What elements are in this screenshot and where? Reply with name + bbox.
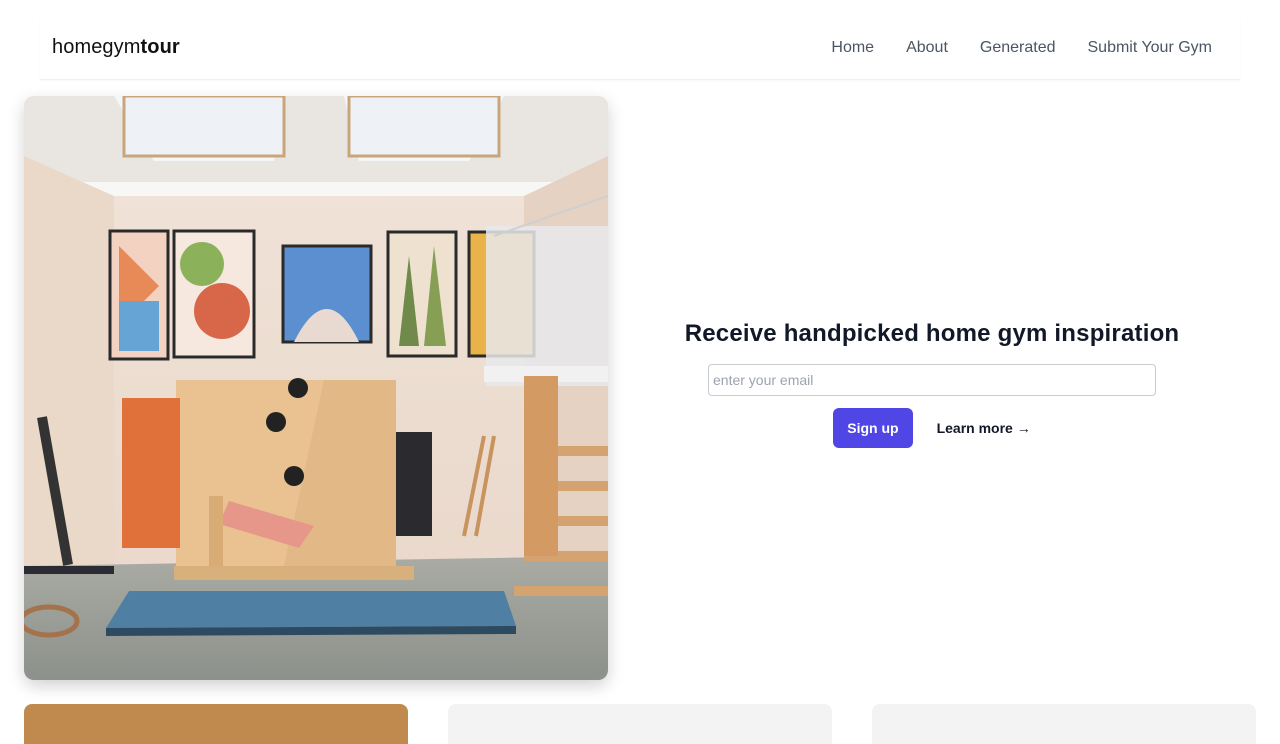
gallery-card-2[interactable] bbox=[448, 704, 832, 744]
signup-heading: Receive handpicked home gym inspiration bbox=[684, 320, 1180, 347]
gallery-card-3[interactable] bbox=[872, 704, 1256, 744]
top-navbar: homegymtour Home About Generated Submit … bbox=[40, 16, 1240, 80]
nav-link-home[interactable]: Home bbox=[831, 39, 874, 57]
signup-section: Receive handpicked home gym inspiration … bbox=[640, 320, 1224, 448]
gallery-card-1[interactable] bbox=[24, 704, 408, 744]
site-logo[interactable]: homegymtour bbox=[52, 36, 180, 59]
signup-actions: Sign up Learn more → bbox=[640, 408, 1224, 448]
logo-text-bold: tour bbox=[140, 36, 180, 58]
gym-illustration bbox=[24, 96, 608, 680]
nav-link-submit-gym[interactable]: Submit Your Gym bbox=[1088, 39, 1213, 57]
nav-links: Home About Generated Submit Your Gym bbox=[831, 39, 1212, 57]
logo-text-light: homegym bbox=[52, 36, 141, 58]
nav-link-about[interactable]: About bbox=[906, 39, 948, 57]
learn-more-link[interactable]: Learn more → bbox=[937, 420, 1031, 436]
sign-up-button[interactable]: Sign up bbox=[833, 408, 913, 448]
email-input[interactable] bbox=[708, 364, 1156, 396]
nav-link-generated[interactable]: Generated bbox=[980, 39, 1056, 57]
hero-gym-image[interactable] bbox=[24, 96, 608, 680]
